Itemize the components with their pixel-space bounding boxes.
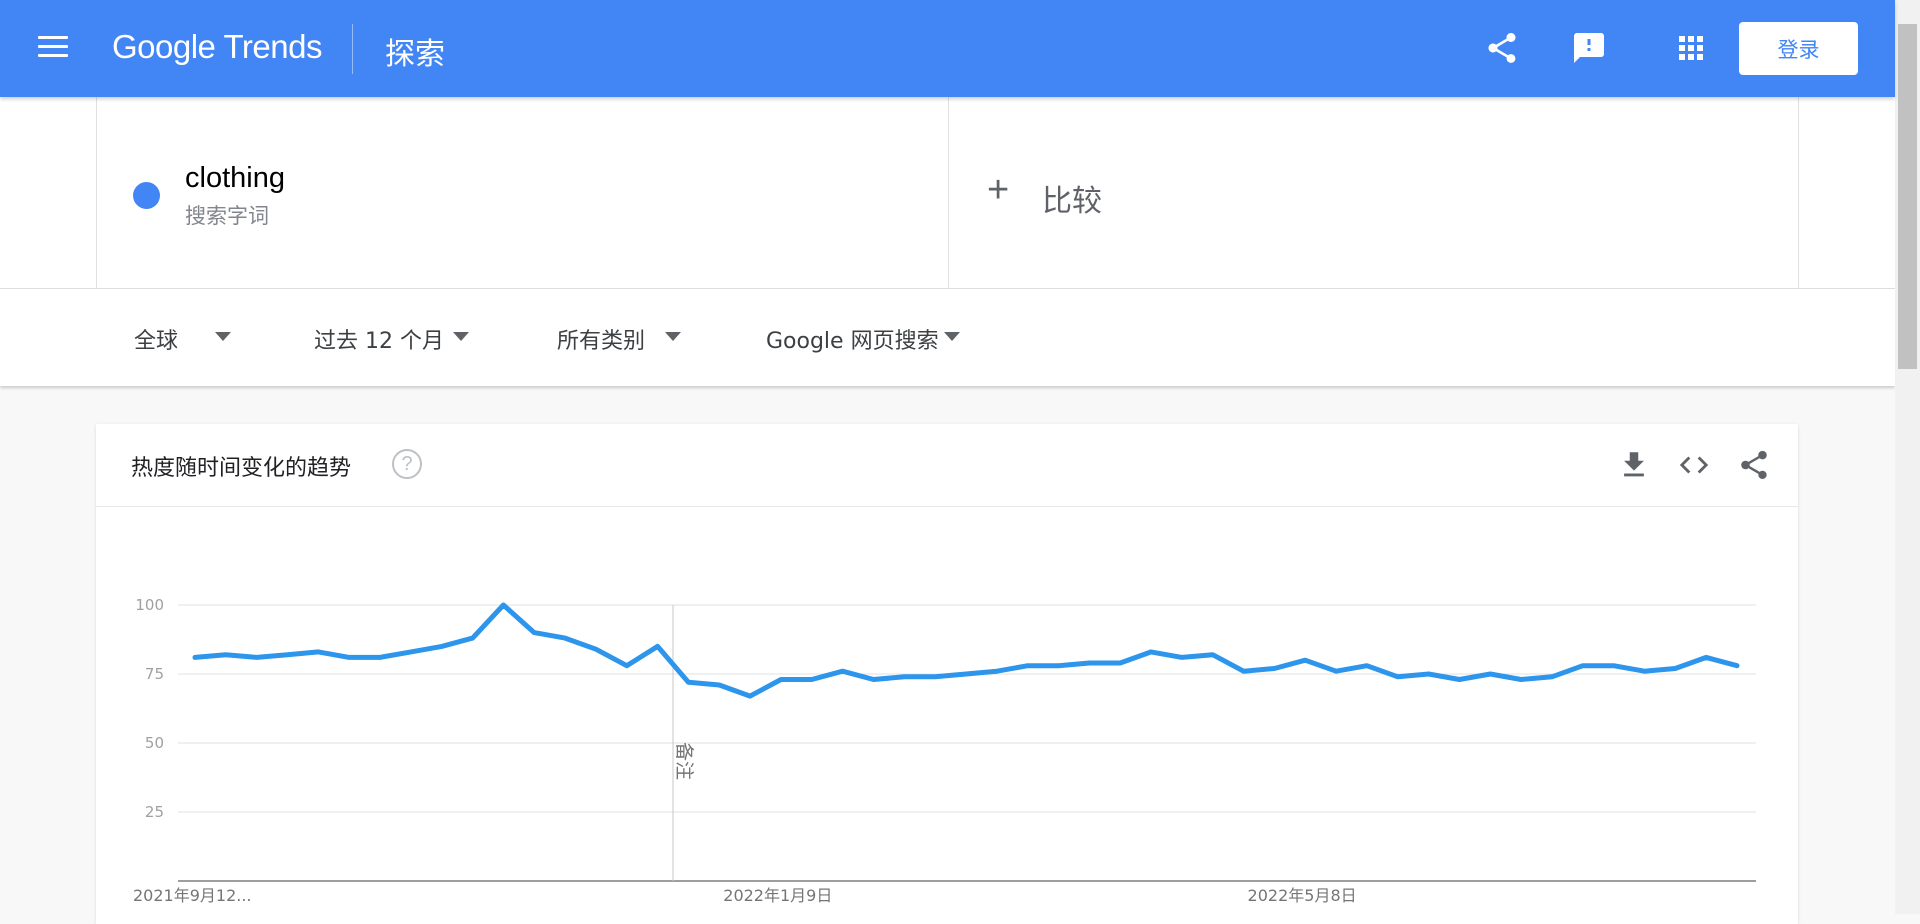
data-point[interactable]	[1364, 663, 1369, 668]
data-point[interactable]	[378, 655, 383, 660]
data-point[interactable]	[1210, 652, 1215, 657]
data-point[interactable]	[964, 672, 969, 677]
apps-grid-icon[interactable]	[1673, 30, 1709, 66]
search-panel: clothing 搜索字词 + 比较	[0, 97, 1895, 289]
data-point[interactable]	[1179, 655, 1184, 660]
x-tick-label: 2021年9月12...	[133, 886, 252, 905]
data-point[interactable]	[1642, 669, 1647, 674]
data-point[interactable]	[285, 652, 290, 657]
data-point[interactable]	[933, 674, 938, 679]
data-point[interactable]	[717, 683, 722, 688]
y-tick-label: 75	[145, 665, 164, 683]
annotation-label[interactable]: 备注	[673, 742, 695, 780]
google-trends-logo[interactable]: Google Trends	[112, 28, 322, 66]
login-button[interactable]: 登录	[1739, 22, 1858, 75]
chevron-down-icon[interactable]	[944, 332, 960, 341]
logo-trends: Trends	[223, 28, 323, 65]
data-point[interactable]	[347, 655, 352, 660]
data-point[interactable]	[408, 649, 413, 654]
share-icon[interactable]	[1484, 30, 1520, 66]
data-point[interactable]	[1303, 658, 1308, 663]
data-point[interactable]	[871, 677, 876, 682]
data-point[interactable]	[563, 636, 568, 641]
data-point[interactable]	[1735, 663, 1740, 668]
data-point[interactable]	[624, 663, 629, 668]
menu-icon[interactable]	[38, 36, 68, 60]
data-point[interactable]	[840, 669, 845, 674]
data-point[interactable]	[1118, 660, 1123, 665]
x-tick-label: 2022年1月9日	[723, 886, 832, 905]
chevron-down-icon[interactable]	[215, 332, 231, 341]
term-color-dot	[133, 182, 160, 209]
data-point[interactable]	[1704, 655, 1709, 660]
data-point[interactable]	[254, 655, 259, 660]
data-point[interactable]	[1611, 663, 1616, 668]
data-point[interactable]	[501, 603, 506, 608]
compare-label: 比较	[1042, 184, 1102, 219]
region-filter[interactable]: 全球	[134, 323, 178, 355]
data-point[interactable]	[593, 647, 598, 652]
search-type-filter[interactable]: Google 网页搜索	[766, 323, 939, 355]
data-point[interactable]	[809, 677, 814, 682]
data-point[interactable]	[1334, 669, 1339, 674]
trend-line-chart[interactable]: 25 50 75 100 备注 2021年9月12... 2022年1月9日 2022年5月8…	[96, 424, 1798, 924]
data-point[interactable]	[1488, 672, 1493, 677]
search-term-card[interactable]: clothing 搜索字词	[96, 97, 949, 288]
logo-google: Google	[112, 28, 216, 65]
top-bar: Google Trends 探索 登录	[0, 0, 1895, 97]
data-point[interactable]	[1457, 677, 1462, 682]
search-term: clothing	[185, 162, 285, 194]
data-point[interactable]	[532, 630, 537, 635]
data-point[interactable]	[1519, 677, 1524, 682]
y-tick-label: 25	[145, 803, 164, 821]
data-point[interactable]	[1149, 649, 1154, 654]
data-point[interactable]	[1241, 669, 1246, 674]
search-term-type: 搜索字词	[185, 204, 269, 228]
scrollbar[interactable]	[1895, 0, 1920, 914]
category-filter[interactable]: 所有类别	[557, 323, 645, 355]
chevron-down-icon[interactable]	[665, 332, 681, 341]
page-title: 探索	[385, 37, 445, 72]
filter-bar: 全球 过去 12 个月 所有类别 Google 网页搜索	[0, 289, 1895, 386]
data-point[interactable]	[1395, 674, 1400, 679]
data-point[interactable]	[1426, 672, 1431, 677]
data-point[interactable]	[223, 652, 228, 657]
data-point[interactable]	[470, 636, 475, 641]
data-point[interactable]	[902, 674, 907, 679]
interest-over-time-card: 热度随时间变化的趋势 ? 25 50 75 100 备注 2021年9月12... 2022…	[96, 424, 1798, 924]
data-point[interactable]	[316, 649, 321, 654]
data-point[interactable]	[1549, 674, 1554, 679]
y-tick-label: 50	[145, 734, 164, 752]
x-tick-label: 2022年5月8日	[1248, 886, 1357, 905]
data-point[interactable]	[1580, 663, 1585, 668]
series-line-clothing[interactable]	[192, 602, 1740, 699]
chevron-down-icon[interactable]	[453, 332, 469, 341]
feedback-icon[interactable]	[1571, 30, 1607, 66]
data-point[interactable]	[1087, 660, 1092, 665]
data-point[interactable]	[1272, 666, 1277, 671]
time-range-filter[interactable]: 过去 12 个月	[314, 323, 444, 355]
header-divider	[352, 24, 353, 74]
compare-button[interactable]: + 比较	[947, 97, 1799, 288]
data-point[interactable]	[439, 644, 444, 649]
data-point[interactable]	[748, 694, 753, 699]
data-point[interactable]	[1056, 663, 1061, 668]
y-tick-label: 100	[135, 596, 164, 614]
data-point[interactable]	[655, 644, 660, 649]
scroll-thumb[interactable]	[1898, 24, 1917, 369]
plus-icon: +	[987, 169, 1010, 211]
data-point[interactable]	[193, 655, 198, 660]
data-point[interactable]	[1673, 666, 1678, 671]
data-point[interactable]	[778, 677, 783, 682]
data-point[interactable]	[994, 669, 999, 674]
data-point[interactable]	[1025, 663, 1030, 668]
data-point[interactable]	[686, 680, 691, 685]
